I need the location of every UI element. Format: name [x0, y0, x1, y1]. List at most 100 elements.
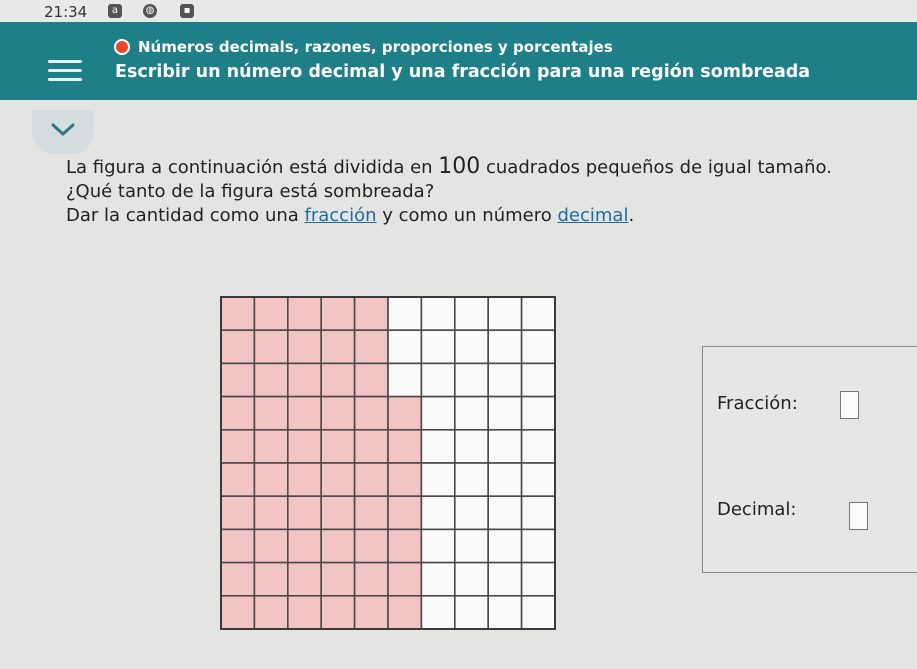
- topic-heading: Números decimals, razones, proporciones …: [114, 38, 613, 56]
- grid-cell: [487, 594, 523, 630]
- grid-cell: [454, 395, 490, 431]
- menu-icon: [48, 60, 82, 63]
- grid-cell-shaded: [220, 528, 256, 564]
- grid-cell: [454, 296, 490, 332]
- app-icon: a: [108, 4, 122, 18]
- grid-cell-shaded: [320, 462, 356, 498]
- grid-cell: [520, 528, 556, 564]
- grid-cell-shaded: [220, 329, 256, 365]
- grid-cell-shaded: [253, 362, 289, 398]
- grid-cell-shaded: [320, 395, 356, 431]
- grid-cell-shaded: [387, 462, 423, 498]
- grid-cell-shaded: [287, 429, 323, 464]
- grid-cell: [487, 429, 523, 464]
- status-time: 21:34: [44, 3, 88, 21]
- status-bar: 21:34 a ◍ ▪: [0, 0, 917, 22]
- fraction-link[interactable]: fracción: [305, 205, 377, 226]
- grid-cell-shaded: [220, 462, 256, 498]
- grid-cell: [487, 329, 523, 365]
- grid-cell-shaded: [253, 296, 289, 332]
- app-header: Números decimals, razones, proporciones …: [0, 22, 917, 100]
- shaded-grid-figure: [218, 294, 558, 636]
- grid-cell-shaded: [253, 561, 289, 597]
- grid-cell-shaded: [353, 429, 389, 464]
- chevron-down-icon: [51, 123, 75, 136]
- grid-cell: [387, 296, 423, 332]
- grid-cell: [454, 429, 490, 464]
- grid-cell: [520, 561, 556, 597]
- grid-cell-shaded: [387, 561, 423, 597]
- grid-cell-shaded: [353, 561, 389, 597]
- question-line-1: La figura a continuación está dividida e…: [66, 155, 832, 180]
- collapse-button[interactable]: [32, 110, 94, 154]
- grid-cell: [420, 561, 456, 597]
- page-title: Escribir un número decimal y una fracció…: [115, 62, 811, 82]
- grid-cell-shaded: [287, 329, 323, 365]
- grid-cell: [454, 329, 490, 365]
- grid-cell: [420, 362, 456, 398]
- grid-cell-shaded: [287, 561, 323, 597]
- grid-cell: [420, 462, 456, 498]
- grid-cell: [420, 395, 456, 431]
- menu-icon-line: [48, 78, 82, 81]
- answer-panel: Fracción: Decimal:: [702, 346, 917, 573]
- grid-cell-shaded: [253, 495, 289, 531]
- globe-icon: ◍: [143, 4, 157, 18]
- menu-button[interactable]: [48, 60, 82, 86]
- grid-cell: [520, 594, 556, 630]
- question-line-2: ¿Qué tanto de la figura está sombreada?: [66, 181, 435, 202]
- grid-cell: [420, 329, 456, 365]
- grid-cell-shaded: [220, 429, 256, 464]
- grid-cell-shaded: [320, 329, 356, 365]
- grid-cell-shaded: [287, 495, 323, 531]
- grid-cell-shaded: [220, 594, 256, 630]
- question-text-part: .: [628, 205, 635, 226]
- fraction-input[interactable]: [840, 391, 859, 419]
- grid-cell: [487, 528, 523, 564]
- grid-cell: [454, 495, 490, 531]
- grid-cell: [487, 362, 523, 398]
- question-text-part: y como un número: [376, 205, 558, 226]
- grid-cell-shaded: [320, 296, 356, 332]
- notification-icon: ▪: [180, 4, 194, 18]
- grid-cell-shaded: [220, 561, 256, 597]
- grid-cell-shaded: [253, 395, 289, 431]
- grid-cell-shaded: [287, 594, 323, 630]
- grid-cell: [387, 329, 423, 365]
- grid-cell-shaded: [353, 395, 389, 431]
- grid-cell-shaded: [253, 429, 289, 464]
- question-text-part: Dar la cantidad como una: [66, 205, 305, 226]
- grid-cell-shaded: [253, 528, 289, 564]
- grid-cell: [454, 462, 490, 498]
- grid-cell-shaded: [353, 362, 389, 398]
- grid-cell: [487, 296, 523, 332]
- grid-cell: [454, 594, 490, 630]
- grid-cell-shaded: [387, 528, 423, 564]
- grid-cell-shaded: [353, 329, 389, 365]
- question-text-part: cuadrados pequeños de igual tamaño.: [480, 157, 832, 178]
- grid-cell-shaded: [320, 561, 356, 597]
- grid-cell-shaded: [287, 395, 323, 431]
- grid-cell-shaded: [253, 594, 289, 630]
- grid-cell-shaded: [287, 296, 323, 332]
- grid-cell: [420, 495, 456, 531]
- grid-cell: [420, 594, 456, 630]
- grid-cell-shaded: [320, 429, 356, 464]
- grid-cell-shaded: [253, 462, 289, 498]
- decimal-link[interactable]: decimal: [557, 205, 628, 226]
- grid-cell-shaded: [287, 362, 323, 398]
- grid-cell-shaded: [220, 296, 256, 332]
- decimal-input[interactable]: [849, 502, 868, 530]
- grid-cell-shaded: [287, 528, 323, 564]
- grid-cell-shaded: [320, 594, 356, 630]
- grid-cell: [520, 429, 556, 464]
- grid-cell-shaded: [387, 495, 423, 531]
- grid-cell-shaded: [387, 395, 423, 431]
- grid-cell: [487, 561, 523, 597]
- topic-text: Números decimals, razones, proporciones …: [138, 38, 613, 56]
- grid-cell: [420, 296, 456, 332]
- question-number: 100: [438, 154, 481, 179]
- grid-cell: [520, 362, 556, 398]
- grid-cell: [520, 296, 556, 332]
- grid-cell-shaded: [353, 495, 389, 531]
